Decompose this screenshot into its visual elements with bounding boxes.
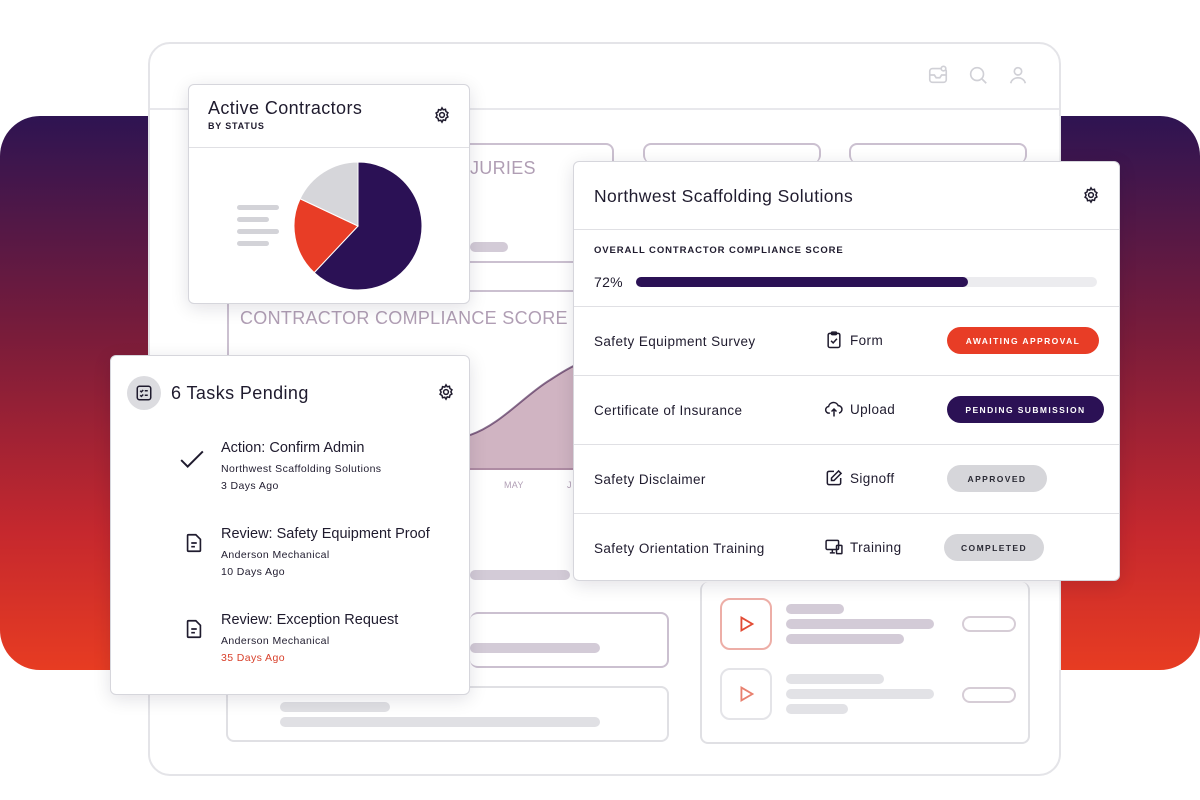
ghost-bar xyxy=(786,634,904,644)
task-item[interactable]: Review: Safety Equipment Proof Anderson … xyxy=(181,526,461,586)
task-title: Action: Confirm Admin xyxy=(221,440,365,456)
checklist-icon xyxy=(136,385,152,401)
compliance-progress-bar xyxy=(636,277,1097,287)
ghost-area-chart xyxy=(470,362,580,470)
active-contractors-card[interactable]: Active Contractors BY STATUS xyxy=(188,84,470,304)
requirement-type: Signoff xyxy=(824,468,895,488)
legend-placeholder xyxy=(237,205,279,210)
active-contractors-title: Active Contractors xyxy=(208,98,363,118)
training-screen-icon xyxy=(825,539,843,555)
ghost-pill xyxy=(962,687,1016,703)
ghost-injuries-label: JURIES xyxy=(470,158,536,178)
status-badge-awaiting: AWAITING APPROVAL xyxy=(947,327,1099,354)
ghost-bar xyxy=(470,242,508,252)
requirement-row[interactable]: Certificate of Insurance Upload PENDING … xyxy=(574,376,1119,445)
ghost-list-item xyxy=(470,612,669,668)
requirement-name: Safety Equipment Survey xyxy=(594,334,756,349)
status-pie-chart[interactable] xyxy=(293,161,423,291)
ghost-pill xyxy=(962,616,1016,632)
tasks-title: 6 Tasks Pending xyxy=(171,383,309,403)
card-divider xyxy=(189,147,469,148)
upload-cloud-icon xyxy=(824,401,843,417)
requirement-name: Safety Disclaimer xyxy=(594,472,706,487)
compliance-score-label: OVERALL CONTRACTOR COMPLIANCE SCORE xyxy=(594,245,844,256)
document-icon xyxy=(186,533,202,553)
topbar-icons xyxy=(927,64,1029,86)
requirement-row[interactable]: Safety Equipment Survey Form AWAITING AP… xyxy=(574,307,1119,376)
task-item[interactable]: Action: Confirm Admin Northwest Scaffold… xyxy=(180,440,461,500)
status-badge-completed: COMPLETED xyxy=(944,534,1044,561)
tasks-icon-badge xyxy=(127,376,161,410)
inbox-icon[interactable] xyxy=(927,64,949,86)
contractor-compliance-card[interactable]: Northwest Scaffolding Solutions OVERALL … xyxy=(573,161,1120,581)
contractor-name: Northwest Scaffolding Solutions xyxy=(594,186,854,206)
gear-icon[interactable] xyxy=(437,383,455,401)
task-company: Northwest Scaffolding Solutions xyxy=(221,463,382,475)
legend-placeholder xyxy=(237,229,279,234)
requirement-row[interactable]: Safety Orientation Training Training COM… xyxy=(574,514,1119,583)
ghost-stat-card xyxy=(849,143,1027,163)
task-company: Anderson Mechanical xyxy=(221,549,330,561)
card-divider xyxy=(574,229,1119,230)
ghost-bar xyxy=(280,717,600,727)
status-badge-approved: APPROVED xyxy=(947,465,1047,492)
task-age: 10 Days Ago xyxy=(221,566,285,578)
ghost-bar xyxy=(470,643,600,653)
ghost-month-j: J xyxy=(567,480,572,490)
requirement-type: Form xyxy=(824,330,883,350)
document-icon xyxy=(186,619,202,639)
ghost-bar xyxy=(786,704,848,714)
ghost-stat-card xyxy=(643,143,821,163)
task-title: Review: Safety Equipment Proof xyxy=(221,526,430,542)
user-icon[interactable] xyxy=(1007,64,1029,86)
ghost-bar xyxy=(786,619,934,629)
ghost-compliance-label: CONTRACTOR COMPLIANCE SCORE xyxy=(240,308,568,328)
gear-icon[interactable] xyxy=(433,106,451,124)
check-icon xyxy=(180,450,204,468)
task-age-overdue: 35 Days Ago xyxy=(221,652,285,664)
requirement-name: Safety Orientation Training xyxy=(594,541,765,556)
ghost-bar xyxy=(470,570,570,580)
ghost-bar xyxy=(280,702,390,712)
requirement-type: Upload xyxy=(824,399,895,419)
task-item[interactable]: Review: Exception Request Anderson Mecha… xyxy=(181,612,461,672)
compliance-progress-fill xyxy=(636,277,968,287)
search-icon[interactable] xyxy=(967,64,989,86)
requirement-name: Certificate of Insurance xyxy=(594,403,743,418)
tasks-pending-card[interactable]: 6 Tasks Pending Action: Confirm Admin No… xyxy=(110,355,470,695)
task-company: Anderson Mechanical xyxy=(221,635,330,647)
play-icon xyxy=(720,598,772,650)
requirement-type: Training xyxy=(824,537,901,557)
requirement-type-label: Training xyxy=(850,539,902,555)
task-age: 3 Days Ago xyxy=(221,480,279,492)
legend-placeholder xyxy=(237,241,269,246)
status-badge-pending: PENDING SUBMISSION xyxy=(947,396,1104,423)
ghost-month-may: MAY xyxy=(504,480,524,490)
active-contractors-subtitle: BY STATUS xyxy=(208,121,265,131)
sign-pen-icon xyxy=(826,469,843,486)
compliance-score-value: 72% xyxy=(594,274,623,290)
requirement-type-label: Signoff xyxy=(850,470,895,486)
clipboard-check-icon xyxy=(827,331,841,349)
legend-placeholder xyxy=(237,217,269,222)
ghost-bar xyxy=(786,689,934,699)
play-icon xyxy=(720,668,772,720)
requirement-row[interactable]: Safety Disclaimer Signoff APPROVED xyxy=(574,445,1119,514)
task-title: Review: Exception Request xyxy=(221,612,399,628)
requirement-type-label: Upload xyxy=(850,401,896,417)
ghost-bar xyxy=(786,604,844,614)
gear-icon[interactable] xyxy=(1082,186,1100,204)
ghost-bar xyxy=(786,674,884,684)
requirement-type-label: Form xyxy=(850,332,884,348)
